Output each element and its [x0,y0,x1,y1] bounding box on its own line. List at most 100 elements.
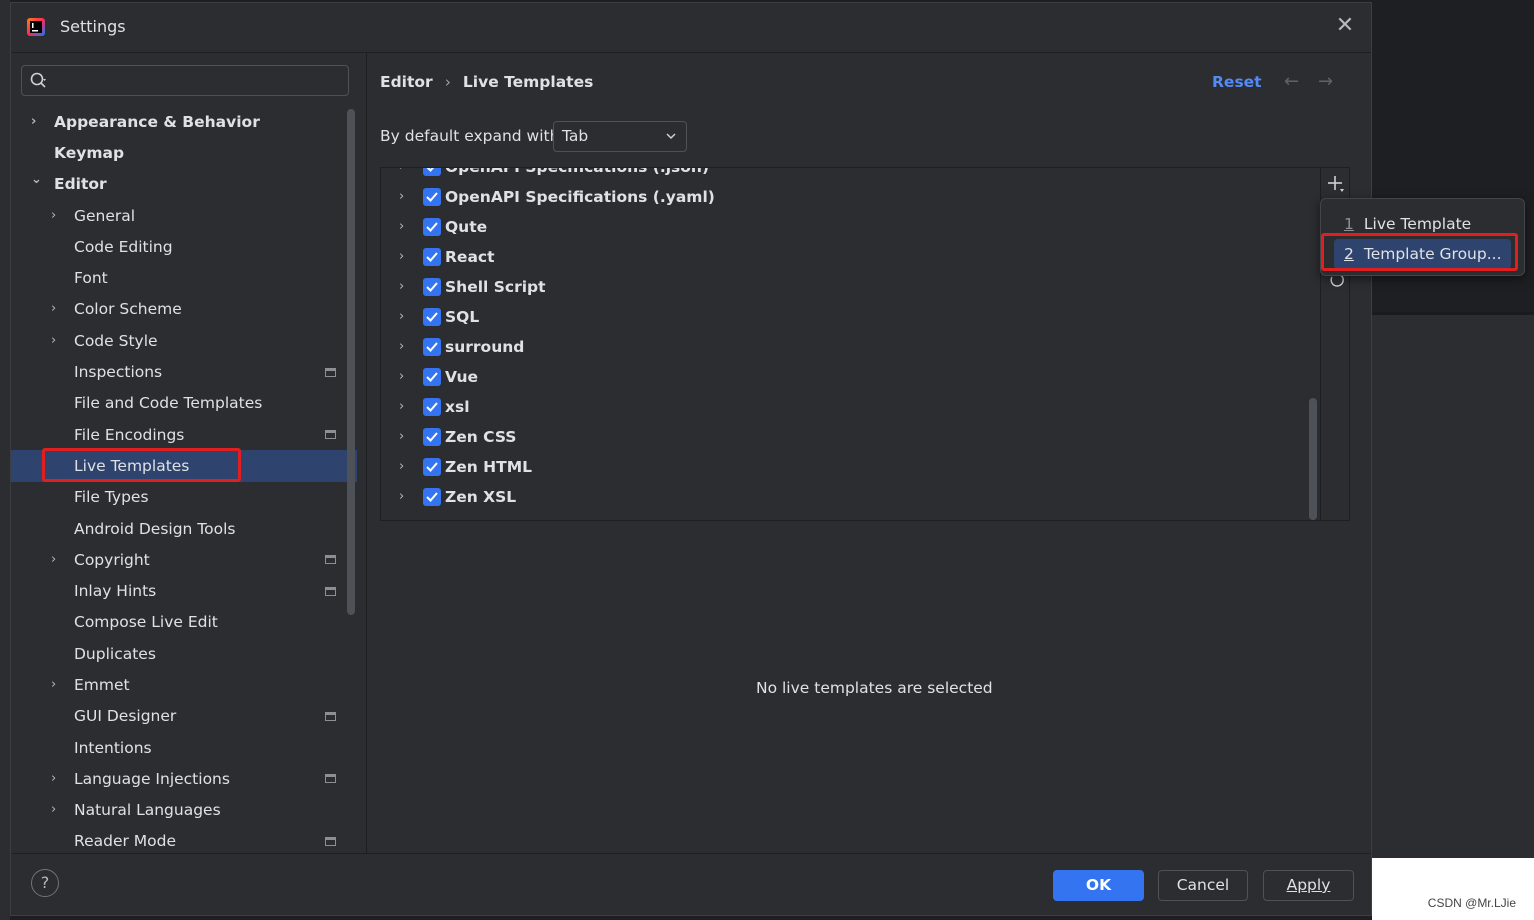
sidebar-item[interactable]: ⌄ Editor [11,169,357,200]
template-group-row[interactable]: › Zen CSS [381,422,1311,452]
chevron-down-icon[interactable]: ⌄ [31,172,45,187]
sidebar-item[interactable]: › Copyright [11,544,357,575]
template-group-row[interactable]: › surround [381,332,1311,362]
chevron-right-icon[interactable]: › [399,190,411,203]
sidebar-item[interactable]: Code Editing [11,231,357,262]
sidebar-item[interactable]: Inspections [11,356,357,387]
chevron-right-icon[interactable]: › [399,310,411,323]
chevron-right-icon[interactable]: › [31,114,45,129]
chevron-right-icon[interactable]: › [399,490,411,503]
chevron-right-icon[interactable]: › [51,208,65,223]
settings-tree: › Appearance & Behavior Keymap ⌄ Editor › Gene… [11,106,357,857]
sidebar-item[interactable]: Android Design Tools [11,513,357,544]
chevron-right-icon[interactable]: › [399,220,411,233]
sidebar-item[interactable]: › General [11,200,357,231]
chevron-right-icon[interactable]: › [51,771,65,786]
sidebar-item-label: File Encodings [74,425,185,444]
chevron-right-icon[interactable]: › [399,430,411,443]
template-group-row[interactable]: › OpenAPI Specifications (.yaml) [381,182,1311,212]
sidebar-item-label: Natural Languages [74,801,221,820]
popup-mnemonic: 2 [1344,245,1354,263]
sidebar-item[interactable]: › Color Scheme [11,294,357,325]
checkbox[interactable] [423,398,441,416]
chevron-right-icon[interactable]: › [399,460,411,473]
help-button[interactable]: ? [31,869,59,897]
sidebar-item-label: Editor [54,175,107,194]
sidebar-item-label: Copyright [74,550,150,569]
checkbox[interactable] [423,278,441,296]
sidebar-item[interactable]: Compose Live Edit [11,607,357,638]
popup-item-template-group[interactable]: 2 Template Group... [1334,239,1511,269]
checkbox[interactable] [423,248,441,266]
template-group-label: Shell Script [445,278,546,296]
template-list-scrollbar[interactable] [1309,398,1317,520]
template-group-row[interactable]: › Vue [381,362,1311,392]
template-group-label: surround [445,338,525,356]
template-group-row[interactable]: › Qute [381,212,1311,242]
chevron-right-icon[interactable]: › [399,340,411,353]
search-input[interactable] [54,70,344,92]
back-arrow-icon[interactable]: ← [1284,71,1299,92]
chevron-right-icon[interactable]: › [399,400,411,413]
sidebar-item-label: Appearance & Behavior [54,112,260,131]
cancel-button[interactable]: Cancel [1158,870,1248,901]
search-box[interactable] [21,65,349,96]
chevron-right-icon[interactable]: › [51,803,65,817]
sidebar-scrollbar[interactable] [347,109,355,615]
template-group-row[interactable]: › Zen HTML [381,452,1311,482]
sidebar-item[interactable]: Duplicates [11,638,357,669]
empty-selection-message: No live templates are selected [756,679,993,697]
expand-with-dropdown[interactable]: Tab [553,121,687,152]
template-group-row[interactable]: › SQL [381,302,1311,332]
reset-link[interactable]: Reset [1212,73,1262,91]
add-icon[interactable] [1327,175,1345,193]
checkbox[interactable] [423,188,441,206]
chevron-right-icon[interactable]: › [399,168,411,173]
chevron-right-icon[interactable]: › [51,677,65,692]
checkbox[interactable] [423,488,441,506]
checkbox[interactable] [423,308,441,326]
chevron-right-icon[interactable]: › [399,370,411,383]
close-icon[interactable]: ✕ [1335,15,1355,37]
sidebar-item[interactable]: GUI Designer [11,701,357,732]
sidebar-item[interactable]: Inlay Hints [11,575,357,606]
sidebar-item[interactable]: › Code Style [11,325,357,356]
sidebar-item[interactable]: File Types [11,482,357,513]
sidebar-item[interactable]: › Appearance & Behavior [11,106,357,137]
checkbox[interactable] [423,368,441,386]
template-group-row[interactable]: › React [381,242,1311,272]
sidebar-item[interactable]: Keymap [11,137,357,168]
sidebar-item-label: Reader Mode [74,832,177,851]
checkbox[interactable] [423,458,441,476]
sidebar-item[interactable]: › Emmet [11,669,357,700]
project-scope-icon [325,367,336,377]
sidebar-item[interactable]: File Encodings [11,419,357,450]
checkbox[interactable] [423,428,441,446]
chevron-right-icon[interactable]: › [51,333,65,348]
sidebar-item[interactable]: Live Templates [11,450,357,482]
chevron-right-icon[interactable]: › [51,552,65,567]
sidebar-item[interactable]: Font [11,262,357,293]
checkbox[interactable] [423,168,441,176]
sidebar-item-label: Inspections [74,363,163,382]
project-scope-icon [325,836,336,846]
checkbox[interactable] [423,218,441,236]
chevron-right-icon[interactable]: › [399,280,411,293]
chevron-right-icon[interactable]: › [399,250,411,263]
checkbox[interactable] [423,338,441,356]
template-group-row[interactable]: › Zen XSL [381,482,1311,512]
sidebar-item[interactable]: › Language Injections [11,763,357,794]
sidebar-item[interactable]: Intentions [11,732,357,763]
popup-item-live-template[interactable]: 1 Live Template [1334,209,1511,239]
template-group-row[interactable]: › xsl [381,392,1311,422]
checkmark-icon [426,462,438,472]
chevron-right-icon[interactable]: › [51,302,65,316]
ok-button[interactable]: OK [1053,870,1144,901]
forward-arrow-icon[interactable]: → [1318,71,1333,92]
breadcrumb-parent[interactable]: Editor [380,73,433,91]
apply-button[interactable]: Apply [1263,870,1354,901]
template-group-row[interactable]: › OpenAPI Specifications (.json) [381,168,1311,182]
sidebar-item[interactable]: › Natural Languages [11,795,357,826]
template-group-row[interactable]: › Shell Script [381,272,1311,302]
sidebar-item[interactable]: File and Code Templates [11,388,357,419]
